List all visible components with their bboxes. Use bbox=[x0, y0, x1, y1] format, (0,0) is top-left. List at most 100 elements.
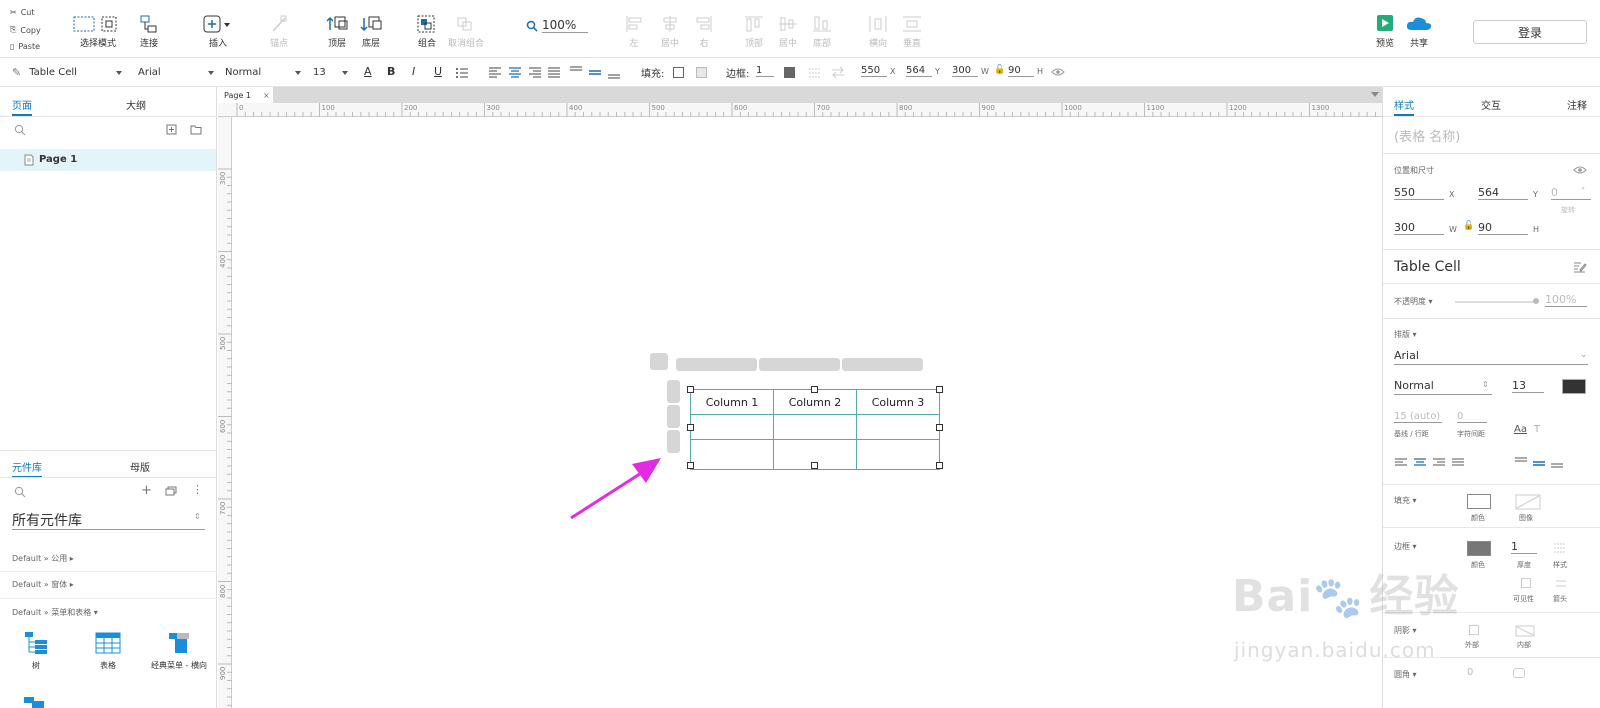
x-field[interactable]: 550 bbox=[1394, 186, 1444, 200]
resize-handle-sw[interactable] bbox=[687, 462, 694, 469]
align-right-button[interactable]: 右 bbox=[690, 14, 718, 49]
align-bottom-button[interactable]: 底部 bbox=[808, 14, 836, 49]
add-page-icon[interactable] bbox=[166, 124, 177, 135]
add-folder-icon[interactable] bbox=[190, 124, 202, 135]
resize-handle-s[interactable] bbox=[811, 462, 818, 469]
typography-size-field[interactable]: 13 bbox=[1512, 379, 1544, 393]
column-handle-3[interactable] bbox=[842, 358, 923, 371]
resize-handle-nw[interactable] bbox=[687, 386, 694, 393]
width-input[interactable]: 300 bbox=[952, 65, 978, 77]
search-icon[interactable] bbox=[14, 124, 26, 136]
row-handle-2[interactable] bbox=[667, 405, 680, 428]
text-valign-middle-icon[interactable] bbox=[1532, 456, 1546, 468]
library-select[interactable]: 所有元件库 ⇕ bbox=[12, 510, 205, 530]
arrow-style-icon[interactable] bbox=[831, 66, 845, 78]
align-text-right-icon[interactable] bbox=[528, 67, 542, 78]
add-library-icon[interactable]: + bbox=[141, 483, 152, 498]
text-align-justify-icon[interactable] bbox=[1451, 458, 1465, 468]
align-text-left-icon[interactable] bbox=[488, 67, 502, 78]
font-color-swatch[interactable] bbox=[1562, 379, 1586, 394]
column-handle-2[interactable] bbox=[759, 358, 840, 371]
border-thickness-input[interactable]: 1 bbox=[756, 65, 774, 77]
text-valign-top-icon[interactable] bbox=[1514, 456, 1528, 468]
library-copy-icon[interactable] bbox=[165, 486, 177, 497]
widget-style-select[interactable]: ✎ Table Cell bbox=[12, 58, 126, 86]
outer-shadow-icon[interactable] bbox=[1469, 625, 1479, 635]
insert-button[interactable]: 插入 bbox=[200, 14, 236, 49]
arrow-style-icon[interactable] bbox=[1555, 578, 1567, 588]
valign-bottom-icon[interactable] bbox=[607, 65, 621, 79]
align-middle-button[interactable]: 居中 bbox=[774, 14, 802, 49]
tab-pages[interactable]: 页面 bbox=[12, 97, 32, 116]
font-select[interactable]: Arial bbox=[138, 58, 216, 86]
table-cell[interactable] bbox=[856, 414, 940, 440]
connect-button[interactable]: 连接 bbox=[134, 14, 164, 49]
corner-style-icon[interactable] bbox=[1513, 668, 1525, 678]
table-select-all-handle[interactable] bbox=[650, 353, 668, 370]
bullet-list-icon[interactable] bbox=[455, 67, 469, 78]
opacity-slider-thumb[interactable] bbox=[1533, 298, 1539, 304]
resize-handle-n[interactable] bbox=[811, 386, 818, 393]
x-input[interactable]: 550 bbox=[861, 65, 887, 77]
distribute-vertical-button[interactable]: 垂直 bbox=[898, 14, 926, 49]
cut-button[interactable]: ✂ Cut bbox=[10, 8, 35, 17]
tabs-dropdown-icon[interactable] bbox=[1371, 92, 1379, 97]
resize-handle-w[interactable] bbox=[687, 424, 694, 431]
share-button[interactable]: 共享 bbox=[1404, 14, 1434, 49]
font-weight-select[interactable]: Normal bbox=[225, 58, 303, 86]
border-visibility-icon[interactable] bbox=[1521, 578, 1531, 588]
italic-button[interactable]: I bbox=[412, 65, 415, 78]
library-group-common[interactable]: Default » 公用 ▸ bbox=[12, 553, 74, 564]
lock-icon[interactable]: 🔓 bbox=[1463, 221, 1474, 231]
border-color-button[interactable] bbox=[1467, 541, 1491, 556]
resize-handle-ne[interactable] bbox=[936, 386, 943, 393]
style-edit-icon[interactable] bbox=[1573, 261, 1587, 273]
table-cell[interactable] bbox=[773, 414, 857, 440]
ungroup-button[interactable]: 取消组合 bbox=[446, 14, 486, 49]
column-handle-1[interactable] bbox=[676, 358, 757, 371]
preview-button[interactable]: 预览 bbox=[1370, 14, 1400, 49]
text-valign-bottom-icon[interactable] bbox=[1550, 456, 1564, 468]
align-text-center-icon[interactable] bbox=[508, 67, 522, 78]
width-field[interactable]: 300 bbox=[1394, 221, 1444, 235]
widget-name-input[interactable]: (表格 名称) bbox=[1394, 126, 1460, 145]
more-options-icon[interactable]: ⋮ bbox=[192, 483, 203, 496]
close-icon[interactable]: × bbox=[263, 91, 270, 100]
tab-masters[interactable]: 母版 bbox=[130, 459, 150, 474]
typography-font-select[interactable]: Arial ⌄ bbox=[1394, 349, 1588, 365]
tab-style[interactable]: 样式 bbox=[1394, 97, 1414, 116]
inner-shadow-icon[interactable] bbox=[1515, 625, 1535, 637]
char-spacing-field[interactable]: 0 bbox=[1457, 411, 1487, 423]
opacity-field[interactable]: 100% bbox=[1545, 293, 1587, 307]
align-left-button[interactable]: 左 bbox=[620, 14, 648, 49]
text-align-left-icon[interactable] bbox=[1394, 458, 1408, 468]
eye-icon[interactable] bbox=[1051, 67, 1065, 77]
tab-outline[interactable]: 大纲 bbox=[126, 97, 146, 112]
text-align-right-icon[interactable] bbox=[1432, 458, 1446, 468]
border-color-swatch[interactable] bbox=[784, 67, 795, 78]
align-center-button[interactable]: 居中 bbox=[656, 14, 684, 49]
border-style-icon[interactable] bbox=[1553, 542, 1567, 554]
y-field[interactable]: 564 bbox=[1478, 186, 1528, 200]
table-header-cell[interactable]: Column 1 bbox=[690, 389, 774, 415]
widget-table[interactable]: 表格 bbox=[88, 631, 128, 671]
resize-handle-se[interactable] bbox=[936, 462, 943, 469]
line-height-field[interactable]: 15 (auto) bbox=[1394, 411, 1442, 423]
table-widget[interactable]: Column 1 Column 2 Column 3 bbox=[690, 389, 940, 470]
group-button[interactable]: 组合 bbox=[412, 14, 442, 49]
height-field[interactable]: 90 bbox=[1478, 221, 1528, 235]
anchor-button[interactable]: 锚点 bbox=[264, 14, 294, 49]
library-group-menus-tables[interactable]: Default » 菜单和表格 ▾ bbox=[12, 607, 98, 618]
resize-handle-e[interactable] bbox=[936, 424, 943, 431]
height-input[interactable]: 90 bbox=[1008, 65, 1034, 77]
valign-top-icon[interactable] bbox=[569, 65, 583, 79]
row-handle-1[interactable] bbox=[667, 380, 680, 403]
table-cell[interactable] bbox=[690, 414, 774, 440]
border-style-icon[interactable] bbox=[808, 66, 822, 78]
distribute-horizontal-button[interactable]: 横向 bbox=[864, 14, 892, 49]
text-case-icon[interactable]: Aa bbox=[1514, 424, 1527, 435]
bold-button[interactable]: B bbox=[387, 65, 395, 78]
tab-interactions[interactable]: 交互 bbox=[1481, 97, 1501, 112]
border-thickness-field[interactable]: 1 bbox=[1511, 540, 1537, 554]
tab-library[interactable]: 元件库 bbox=[12, 459, 42, 478]
